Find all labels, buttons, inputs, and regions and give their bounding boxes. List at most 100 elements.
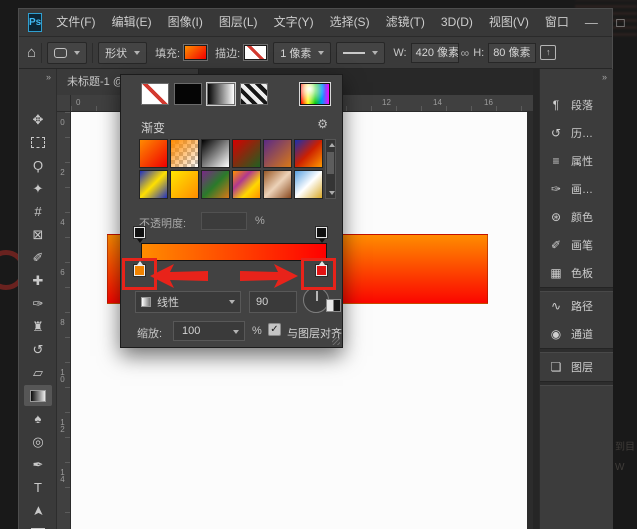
clone-stamp-tool[interactable]: ♜ [24, 316, 52, 337]
color-picker-button[interactable] [300, 83, 330, 105]
panel-resize-grip[interactable] [332, 337, 340, 345]
gradient-style-dropdown[interactable]: 线性 [135, 291, 241, 313]
opacity-stop-right[interactable] [316, 227, 327, 238]
lasso-tool[interactable]: Ϙ [24, 155, 52, 176]
gradient-preset[interactable] [232, 170, 261, 199]
swatches-icon: ▦ [548, 266, 564, 280]
pattern-fill-button[interactable] [240, 83, 268, 105]
maximize-button[interactable]: □ [606, 9, 635, 36]
pen-tool-icon: ✒ [33, 457, 44, 473]
reverse-gradient-icon[interactable] [326, 299, 341, 312]
dock-item-label: 历… [571, 125, 593, 141]
height-input[interactable]: 80 像素 [488, 43, 536, 63]
stroke-width-dropdown[interactable]: 1 像素 [273, 42, 331, 64]
chevron-down-icon [318, 51, 324, 55]
no-fill-button[interactable] [141, 83, 169, 105]
opacity-input[interactable] [201, 212, 247, 230]
opacity-stop-left[interactable] [134, 227, 145, 238]
history-brush-tool[interactable]: ↺ [24, 339, 52, 360]
dock-item-channels[interactable]: ◉通道 [540, 320, 613, 348]
ruler-tick-label: 6 [58, 269, 67, 276]
brushes-icon: ✐ [548, 238, 564, 252]
dock-item-layers[interactable]: ❏图层 [540, 353, 613, 381]
menu-item[interactable]: 图层(L) [211, 9, 266, 36]
menu-item[interactable]: 文字(Y) [266, 9, 322, 36]
scroll-up-icon[interactable] [329, 143, 335, 147]
gradient-editor-bar[interactable] [141, 243, 327, 261]
stroke-type-dropdown[interactable] [336, 42, 385, 64]
dock-item-brush-settings[interactable]: ✑画… [540, 175, 613, 203]
menu-item[interactable]: 编辑(E) [104, 9, 160, 36]
menu-item[interactable]: 窗口 [537, 9, 577, 36]
gradient-fill-button[interactable] [207, 83, 235, 105]
link-dimensions-icon[interactable]: ∞ [461, 46, 470, 60]
menu-item[interactable]: 3D(D) [433, 9, 481, 36]
width-input[interactable]: 420 像素 [411, 43, 459, 63]
menu-item[interactable]: 滤镜(T) [378, 9, 433, 36]
brush-tool[interactable]: ✑ [24, 293, 52, 314]
presets-scrollbar[interactable] [325, 139, 336, 199]
history-brush-tool-icon: ↺ [33, 342, 44, 358]
channels-icon: ◉ [548, 327, 564, 341]
gradient-tool[interactable] [24, 385, 52, 406]
tool-preset-dropdown[interactable] [47, 42, 87, 64]
export-icon[interactable]: ↑ [540, 45, 556, 60]
layers-icon: ❏ [548, 360, 564, 374]
gradient-preset[interactable] [170, 170, 199, 199]
gradient-preset[interactable] [201, 139, 230, 168]
toolbar-collapse-icon[interactable]: » [46, 72, 51, 82]
dock-item-swatches[interactable]: ▦色板 [540, 259, 613, 287]
menu-item[interactable]: 文件(F) [48, 9, 103, 36]
eraser-tool[interactable]: ▱ [24, 362, 52, 383]
scale-input[interactable]: 100 [173, 321, 245, 341]
scrollbar-thumb[interactable] [327, 152, 334, 174]
gradient-preset[interactable] [201, 170, 230, 199]
gradient-preset[interactable] [294, 170, 323, 199]
home-icon[interactable]: ⌂ [27, 44, 36, 61]
gradient-preset[interactable] [139, 170, 168, 199]
fill-swatch[interactable] [184, 45, 207, 60]
gradient-preset[interactable] [294, 139, 323, 168]
blur-tool[interactable]: ♠ [24, 408, 52, 429]
dock-item-color[interactable]: ⊛颜色 [540, 203, 613, 231]
menu-item[interactable]: 选择(S) [322, 9, 378, 36]
dock-item-properties[interactable]: ≡属性 [540, 147, 613, 175]
path-selection-tool-icon: ➤ [30, 505, 46, 516]
scroll-down-icon[interactable] [329, 191, 335, 195]
gradient-preset[interactable] [263, 139, 292, 168]
marquee-tool[interactable] [24, 132, 52, 153]
tool-mode-dropdown[interactable]: 形状 [98, 42, 147, 64]
healing-brush-tool[interactable]: ✚ [24, 270, 52, 291]
eyedropper-tool[interactable]: ✐ [24, 247, 52, 268]
align-with-layer-checkbox[interactable]: ✓ [268, 323, 281, 336]
rectangle-tool[interactable] [24, 523, 52, 529]
stroke-swatch[interactable] [244, 45, 267, 60]
gradient-preset[interactable] [170, 139, 199, 168]
frame-tool[interactable]: ⊠ [24, 224, 52, 245]
dock-item-brushes[interactable]: ✐画笔 [540, 231, 613, 259]
magic-wand-tool[interactable]: ✦ [24, 178, 52, 199]
gradient-preset[interactable] [263, 170, 292, 199]
ruler-tick-label: 0 [58, 119, 67, 126]
brush-settings-icon: ✑ [548, 182, 564, 196]
dodge-tool[interactable]: ◎ [24, 431, 52, 452]
type-tool[interactable]: T [24, 477, 52, 498]
dock-item-paths[interactable]: ∿路径 [540, 292, 613, 320]
menu-item[interactable]: 图像(I) [160, 9, 211, 36]
dodge-tool-icon: ◎ [32, 434, 43, 450]
gear-icon[interactable]: ⚙ [317, 117, 328, 131]
path-selection-tool[interactable]: ➤ [24, 500, 52, 521]
gradient-angle-input[interactable]: 90 [249, 291, 297, 313]
gradient-preset[interactable] [232, 139, 261, 168]
dock-item-paragraph[interactable]: ¶段落 [540, 91, 613, 119]
dock-collapse-icon[interactable]: » [602, 72, 607, 82]
ruler-corner [57, 95, 71, 112]
minimize-button[interactable]: — [577, 9, 606, 36]
pen-tool[interactable]: ✒ [24, 454, 52, 475]
dock-item-history[interactable]: ↺历… [540, 119, 613, 147]
menu-item[interactable]: 视图(V) [481, 9, 537, 36]
solid-fill-button[interactable] [174, 83, 202, 105]
crop-tool[interactable]: # [24, 201, 52, 222]
gradient-preset[interactable] [139, 139, 168, 168]
move-tool[interactable]: ✥ [24, 109, 52, 130]
